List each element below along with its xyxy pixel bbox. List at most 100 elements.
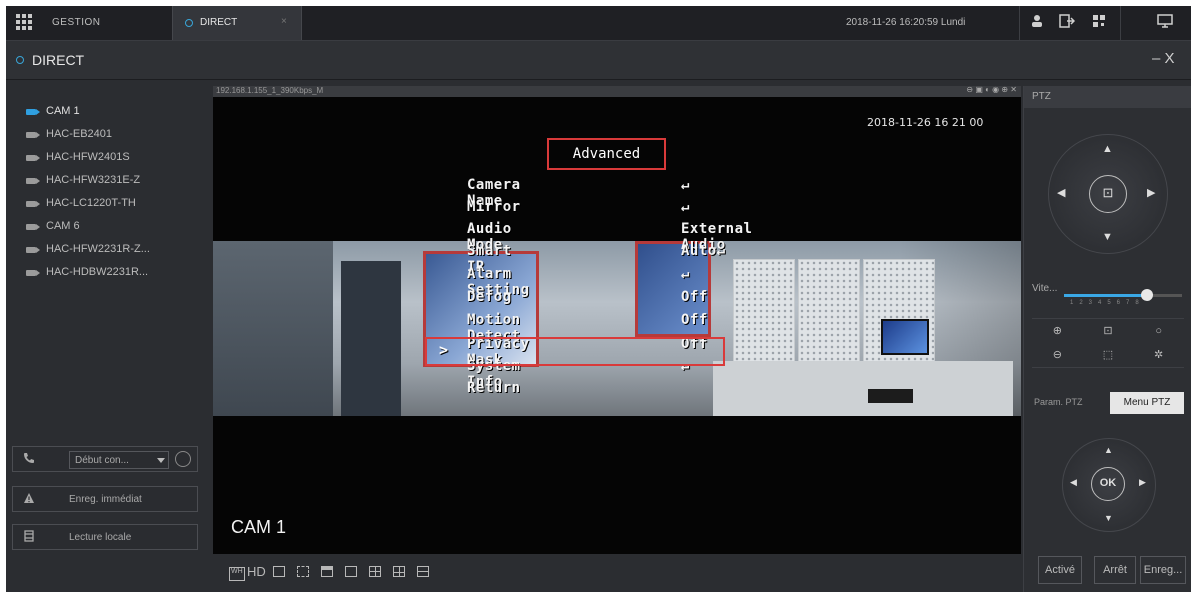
focus-near-icon[interactable]: ⊡ <box>1083 319 1134 343</box>
fullscreen-icon[interactable] <box>297 566 309 577</box>
menu-ok-button[interactable]: OK <box>1091 467 1125 501</box>
camera-list: CAM 1 HAC-EB2401 HAC-HFW2401S HAC-HFW3231E-… <box>6 100 206 284</box>
qr-code-icon[interactable] <box>1090 14 1108 32</box>
pan-right-icon[interactable]: ▶ <box>1147 186 1155 199</box>
osd-cursor: > <box>439 341 449 359</box>
video-tile-controls[interactable]: ⊖ ▣ ◐ ◉ ⊕ ✕ <box>966 85 1017 94</box>
speed-slider[interactable] <box>1064 289 1182 301</box>
wh-button[interactable]: WH <box>229 567 245 581</box>
camera-label: HAC-HFW2401S <box>46 151 130 163</box>
osd-menu-title: Advanced <box>547 138 666 170</box>
divider <box>1120 6 1121 40</box>
activate-button[interactable]: Activé <box>1038 556 1082 584</box>
speed-label: Vite... <box>1032 283 1058 294</box>
layout-1-icon[interactable] <box>345 566 357 577</box>
focus-far-icon[interactable]: ⬚ <box>1083 343 1134 367</box>
osd-datetime: 2018-11-26 16 21 00 <box>867 116 984 129</box>
chevron-down-icon <box>157 458 165 463</box>
menu-right-icon[interactable]: ▶ <box>1139 477 1146 488</box>
camera-icon <box>26 178 40 184</box>
camera-label: HAC-HFW2231R-Z... <box>46 243 150 255</box>
ptz-joystick[interactable]: ▲ ▼ ◀ ▶ ⊡ <box>1048 134 1168 254</box>
display-icon[interactable] <box>1156 14 1174 32</box>
hd-button[interactable]: HD <box>247 564 266 579</box>
osd-menu-value: ↵ <box>681 199 690 215</box>
osd-menu-key: Return <box>467 380 521 396</box>
record-now-button[interactable]: Enreg. immédiat <box>12 486 198 512</box>
pan-up-icon[interactable]: ▲ <box>1102 143 1113 155</box>
tab-menu-ptz[interactable]: Menu PTZ <box>1110 392 1184 414</box>
phone-icon[interactable] <box>23 452 35 467</box>
user-icon[interactable] <box>1028 14 1046 32</box>
camera-list-item[interactable]: HAC-HFW2231R-Z... <box>6 238 206 261</box>
snapshot-icon[interactable] <box>273 566 285 577</box>
camera-label: HAC-EB2401 <box>46 128 113 140</box>
stop-button[interactable]: Arrêt <box>1094 556 1136 584</box>
divider <box>1019 6 1020 40</box>
osd-menu-value: Off <box>681 289 708 305</box>
zoom-in-icon[interactable]: ⊕ <box>1032 319 1083 343</box>
pan-down-icon[interactable]: ▼ <box>1102 231 1113 243</box>
iris-close-icon[interactable]: ✲ <box>1133 343 1184 367</box>
camera-icon <box>26 247 40 253</box>
layout-6-icon[interactable] <box>393 566 405 577</box>
camera-list-item[interactable]: HAC-HFW2401S <box>6 146 206 169</box>
minimize-button[interactable]: – <box>1152 50 1160 67</box>
osd-menu-value: ↵ <box>681 266 690 282</box>
warning-icon <box>23 492 35 507</box>
page-header: DIRECT – X <box>6 41 1191 80</box>
camera-list-item[interactable]: HAC-EB2401 <box>6 123 206 146</box>
osd-menu-key: Mirror <box>467 199 521 215</box>
layout-4-icon[interactable] <box>369 566 381 577</box>
menu-joystick[interactable]: ▲ ▼ ◀ ▶ OK <box>1062 438 1156 532</box>
ptz-zoom-focus-grid: ⊕ ⊡ ○ ⊖ ⬚ ✲ <box>1032 318 1184 368</box>
logout-icon[interactable] <box>1058 14 1076 32</box>
layout-8-icon[interactable] <box>417 566 429 577</box>
osd-menu-key: Defog <box>467 289 512 305</box>
menu-up-icon[interactable]: ▲ <box>1104 445 1113 455</box>
window-icon[interactable] <box>321 566 333 577</box>
record-button[interactable]: Enreg... <box>1140 556 1186 584</box>
camera-label: CAM 6 <box>46 220 80 232</box>
menu-down-icon[interactable]: ▼ <box>1104 513 1113 523</box>
camera-name-overlay: CAM 1 <box>231 517 287 537</box>
camera-label: CAM 1 <box>46 105 80 117</box>
camera-list-item[interactable]: CAM 1 <box>6 100 206 123</box>
osd-menu-value: Off <box>681 312 708 328</box>
tab-close-icon[interactable]: × <box>281 16 287 27</box>
ptz-center-icon[interactable]: ⊡ <box>1089 175 1127 213</box>
live-dot-icon <box>16 56 24 64</box>
record-now-label: Enreg. immédiat <box>69 494 142 505</box>
pan-left-icon[interactable]: ◀ <box>1057 186 1065 199</box>
tab-direct[interactable]: DIRECT × <box>172 6 302 40</box>
tab-param-ptz[interactable]: Param. PTZ <box>1034 397 1083 407</box>
camera-list-item[interactable]: HAC-LC1220T-TH <box>6 192 206 215</box>
camera-label: HAC-HFW3231E-Z <box>46 174 141 186</box>
osd-menu-value: Auto↵ <box>681 243 726 259</box>
menu-left-icon[interactable]: ◀ <box>1070 477 1077 488</box>
zoom-out-icon[interactable]: ⊖ <box>1032 343 1083 367</box>
app-window: GESTION DIRECT × 2018-11-26 16:20:59 Lun… <box>6 6 1191 592</box>
ptz-header: PTZ <box>1024 86 1191 108</box>
camera-label: HAC-LC1220T-TH <box>46 197 136 209</box>
camera-scene-image <box>213 241 1021 416</box>
camera-list-item[interactable]: HAC-HDBW2231R... <box>6 261 206 284</box>
talk-toggle-button[interactable] <box>175 451 191 467</box>
talk-mode-select[interactable]: Début con... <box>69 451 169 469</box>
system-datetime: 2018-11-26 16:20:59 Lundi <box>846 17 966 28</box>
apps-grid-icon[interactable] <box>16 14 32 30</box>
close-button[interactable]: X <box>1165 50 1175 67</box>
iris-open-icon[interactable]: ○ <box>1133 319 1184 343</box>
layout-toolbar: WH HD <box>213 554 1021 592</box>
video-view[interactable]: 2018-11-26 16 21 00 Advanced Camera Name… <box>213 97 1021 554</box>
ptz-tabs: Param. PTZ Menu PTZ <box>1024 392 1191 414</box>
speed-ticks: 12345678 <box>1070 300 1145 306</box>
tab-gestion[interactable]: GESTION <box>52 17 101 28</box>
live-dot-icon <box>185 19 193 27</box>
talk-control: Début con... <box>12 446 198 472</box>
stream-info: 192.168.1.155_1_390Kbps_M <box>216 86 324 95</box>
camera-icon <box>26 201 40 207</box>
camera-list-item[interactable]: HAC-HFW3231E-Z <box>6 169 206 192</box>
camera-list-item[interactable]: CAM 6 <box>6 215 206 238</box>
local-playback-button[interactable]: Lecture locale <box>12 524 198 550</box>
